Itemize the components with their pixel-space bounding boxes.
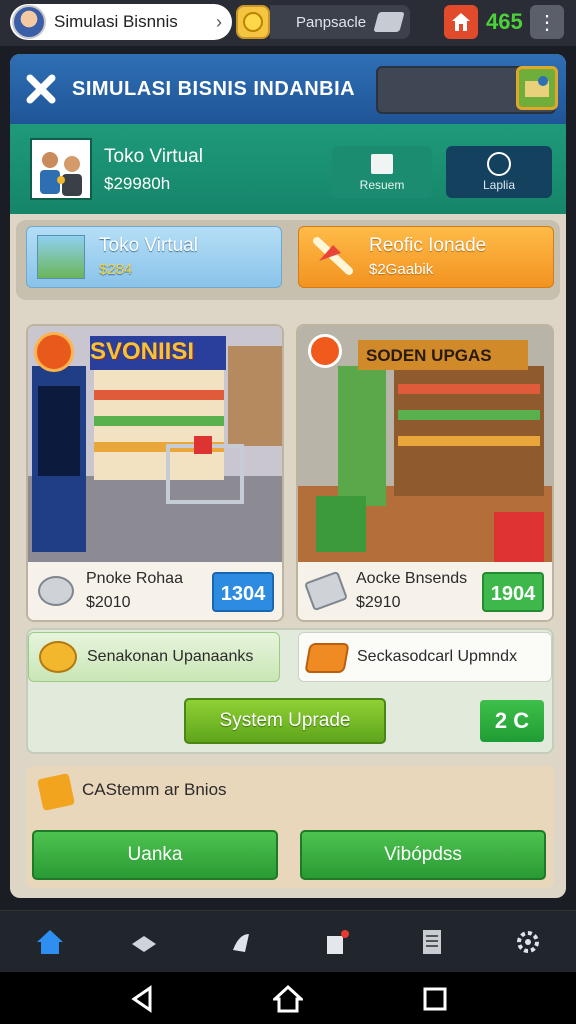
home-circle-icon[interactable] [273,984,303,1014]
ticket-icon [304,643,350,673]
rocket-icon [313,237,353,275]
package-icon [373,12,405,32]
app-header: SIMULASI BISNIS INDANBIA [10,54,566,124]
store-buy-button[interactable]: 1304 [212,572,274,612]
upgrade-left[interactable]: Senakonan Upanaanks [28,632,280,682]
customer-left-button[interactable]: Uanka [32,830,278,880]
upgrade-left-label: Senakonan Upanaanks [87,648,254,665]
store-card-2[interactable]: SODEN UPGAS Aocke Bnsends $2910 1904 [296,324,554,622]
list-icon [423,930,441,954]
bottom-nav [0,910,576,972]
store-card-1[interactable]: SVONIISI Pnoke Rohaa $2010 1304 [26,324,284,622]
shop-bar: Toko Virtual $29980h Resuem Laplia [10,124,566,214]
upgrade-right-label: Seckasodcarl Upmndx [357,648,518,665]
page-title: SIMULASI BISNIS INDANBIA [72,78,356,100]
summary-title: Toko Virtual [99,235,198,256]
tube-icon [303,570,349,612]
recents-icon[interactable] [420,984,450,1014]
store-sign: SODEN UPGAS [366,346,492,365]
summary-value: $284 [99,261,133,278]
store-name: Pnoke Rohaa [86,570,183,587]
tools-icon [26,74,56,104]
top-bar: Simulasi Bisnnis › Panpsacle 465 ⋮ [0,0,576,46]
puzzle-icon [37,773,75,811]
nav-arrow[interactable] [192,911,288,973]
report-button[interactable]: Laplia [446,146,552,198]
money-icon [38,576,74,606]
nav-stack[interactable] [96,911,192,973]
shop-owner-avatar [30,138,92,200]
system-upgrade-button[interactable]: System Uprade [184,698,386,744]
compass-icon [487,152,511,176]
summary-card-profit[interactable]: Reofic Ionade $2Gaabik [298,226,554,288]
system-nav-bar [0,972,576,1024]
book-icon [371,154,393,174]
back-icon[interactable] [128,984,158,1014]
resume-button[interactable]: Resuem [332,146,432,198]
summary-title: Reofic Ionade [369,235,487,256]
chevron-right-icon: › [216,11,222,32]
shop-name: Toko Virtual [104,146,203,167]
more-vertical-icon: ⋮ [537,11,557,34]
tab-second-label: Panpsacle [296,13,367,31]
settings-icon [517,931,539,953]
map-icon [525,76,549,97]
home-icon [37,930,63,954]
store-thumbnail [37,235,85,279]
house-button[interactable] [444,5,478,39]
tab-label: Simulasi Bisnnis [54,12,178,31]
upgrade-count-button[interactable]: 2 C [480,700,544,742]
store-buy-button[interactable]: 1904 [482,572,544,612]
bag-icon [327,930,349,954]
store-sign: SVONIISI [90,338,195,365]
cheese-icon [39,641,77,673]
shop-money: $29980h [104,174,171,193]
report-label: Laplia [482,178,516,192]
nav-home[interactable] [2,911,98,973]
circle-badge-icon [308,334,342,368]
avatar [12,5,46,39]
customer-label: CAStemm ar Bnios [82,780,227,799]
store-info: Aocke Bnsends $2910 1904 [298,562,552,620]
nav-list[interactable] [384,911,480,973]
house-icon [452,13,470,31]
tab-second[interactable]: Panpsacle [270,5,410,39]
stack-icon [132,936,156,952]
store-price: $2010 [86,594,131,611]
store-info: Pnoke Rohaa $2010 1304 [28,562,282,620]
map-button[interactable] [516,66,558,110]
nav-bag[interactable] [288,911,384,973]
more-menu-button[interactable]: ⋮ [530,5,564,39]
store-name: Aocke Bnsends [356,570,468,587]
arrow-icon [233,934,249,952]
resume-label: Resuem [359,178,405,192]
upgrade-right[interactable]: Seckasodcarl Upmndx [298,632,552,682]
summary-card-toko[interactable]: Toko Virtual $284 [26,226,282,288]
store-price: $2910 [356,594,401,611]
hashtag-badge-icon [34,332,74,372]
smiley-icon[interactable] [236,5,270,39]
customer-right-button[interactable]: Vibópdss [300,830,546,880]
tab-simulasi[interactable]: Simulasi Bisnnis › [10,4,232,40]
summary-value: $2Gaabik [369,261,434,278]
nav-settings[interactable] [480,911,576,973]
coin-count: 465 [486,9,523,34]
